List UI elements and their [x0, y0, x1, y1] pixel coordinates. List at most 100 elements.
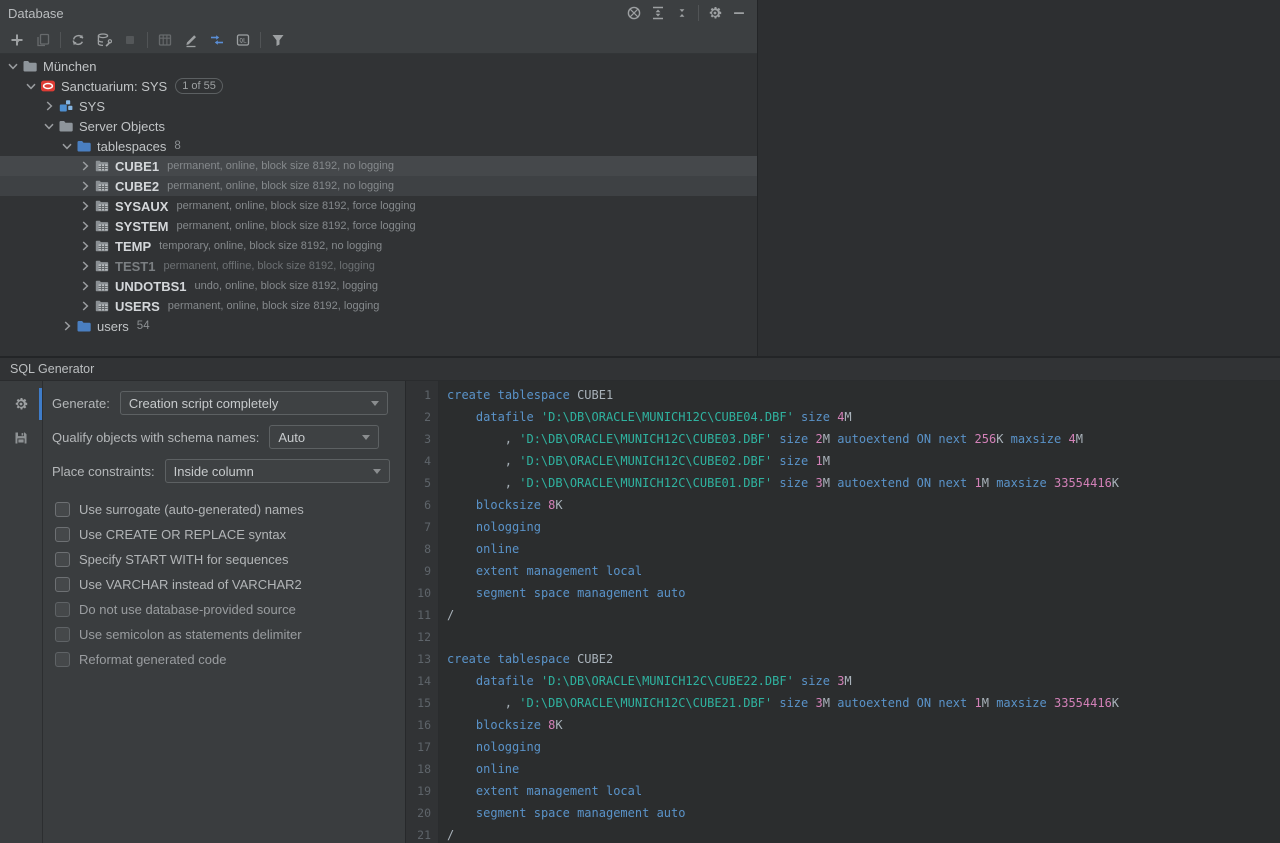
qualify-dropdown[interactable]: Auto	[269, 425, 379, 449]
sql-generator-title: SQL Generator	[10, 362, 94, 376]
checkbox-row-use-semicolon-as-statements-delimiter: Use semicolon as statements delimiter	[52, 622, 405, 647]
code-line: 14 datafile 'D:\DB\ORACLE\MUNICH12C\CUBE…	[406, 670, 1280, 692]
tree-node-label: SYSAUX	[115, 199, 168, 214]
tree-row-users[interactable]: users54	[0, 316, 757, 336]
code-line: 19 extent management local	[406, 780, 1280, 802]
line-number: 14	[406, 670, 439, 692]
chevron-down-icon[interactable]	[40, 118, 58, 134]
code-line: 11/	[406, 604, 1280, 626]
chevron-right-icon[interactable]	[76, 178, 94, 194]
tree-row-sys[interactable]: SYS	[0, 96, 757, 116]
checkbox-row-specify-start-with-for-sequences: Specify START WITH for sequences	[52, 547, 405, 572]
duplicate-icon[interactable]	[30, 29, 56, 51]
chevron-right-icon[interactable]	[76, 218, 94, 234]
code-line: 18 online	[406, 758, 1280, 780]
checkbox[interactable]	[55, 652, 70, 667]
checkbox-label: Use CREATE OR REPLACE syntax	[79, 527, 286, 542]
checkbox-row-use-create-or-replace-syntax: Use CREATE OR REPLACE syntax	[52, 522, 405, 547]
code-line: 13create tablespace CUBE2	[406, 648, 1280, 670]
chevron-right-icon[interactable]	[76, 298, 94, 314]
code-line: 16 blocksize 8K	[406, 714, 1280, 736]
tree-row-undotbs1[interactable]: UNDOTBS1undo, online, block size 8192, l…	[0, 276, 757, 296]
checkbox[interactable]	[55, 502, 70, 517]
chevron-right-icon[interactable]	[76, 278, 94, 294]
qualify-value: Auto	[278, 430, 354, 445]
line-number: 4	[406, 450, 439, 472]
child-count: 54	[137, 320, 150, 332]
stop-icon[interactable]	[117, 29, 143, 51]
code-text: nologging	[439, 516, 541, 538]
checkbox-label: Do not use database-provided source	[79, 602, 296, 617]
tree-node-label: Sanctuarium: SYS	[61, 79, 167, 94]
collapse-all-icon[interactable]	[670, 3, 694, 23]
settings-gear-icon[interactable]	[703, 3, 727, 23]
tree-row-users[interactable]: USERSpermanent, online, block size 8192,…	[0, 296, 757, 316]
save-icon	[13, 430, 29, 446]
constraints-value: Inside column	[174, 464, 365, 479]
line-number: 18	[406, 758, 439, 780]
chevron-down-icon[interactable]	[4, 58, 22, 74]
checkbox[interactable]	[55, 527, 70, 542]
tree-row-server-objects[interactable]: Server Objects	[0, 116, 757, 136]
checkbox-label: Specify START WITH for sequences	[79, 552, 289, 567]
chevron-right-icon[interactable]	[76, 198, 94, 214]
refresh-icon[interactable]	[65, 29, 91, 51]
tree-row-cube1[interactable]: CUBE1permanent, online, block size 8192,…	[0, 156, 757, 176]
checkbox-row-use-varchar-instead-of-varchar2: Use VARCHAR instead of VARCHAR2	[52, 572, 405, 597]
tablespace-details: permanent, offline, block size 8192, log…	[163, 260, 374, 272]
chevron-right-icon[interactable]	[76, 238, 94, 254]
table-data-icon[interactable]	[152, 29, 178, 51]
tree-row-m-nchen[interactable]: München	[0, 56, 757, 76]
code-text: datafile 'D:\DB\ORACLE\MUNICH12C\CUBE22.…	[439, 670, 852, 692]
code-text: segment space management auto	[439, 802, 685, 824]
chevron-right-icon[interactable]	[76, 158, 94, 174]
tree-row-tablespaces[interactable]: tablespaces8	[0, 136, 757, 156]
tree-row-system[interactable]: SYSTEMpermanent, online, block size 8192…	[0, 216, 757, 236]
tree-node-label: USERS	[115, 299, 160, 314]
checkbox-label: Reformat generated code	[79, 652, 226, 667]
chevron-right-icon[interactable]	[40, 98, 58, 114]
chevron-down-icon[interactable]	[58, 138, 76, 154]
expand-all-icon[interactable]	[646, 3, 670, 23]
hide-panel-icon[interactable]	[727, 3, 751, 23]
constraints-dropdown[interactable]: Inside column	[165, 459, 390, 483]
tree-row-test1[interactable]: TEST1permanent, offline, block size 8192…	[0, 256, 757, 276]
checkbox[interactable]	[55, 552, 70, 567]
tree-row-sanctuarium-sys[interactable]: Sanctuarium: SYS1 of 55	[0, 76, 757, 96]
code-line: 8 online	[406, 538, 1280, 560]
tree-row-cube2[interactable]: CUBE2permanent, online, block size 8192,…	[0, 176, 757, 196]
checkbox[interactable]	[55, 577, 70, 592]
filter-icon[interactable]	[265, 29, 291, 51]
child-count: 8	[174, 140, 180, 152]
select-opened-element-icon[interactable]	[622, 3, 646, 23]
query-console-icon[interactable]: QL	[230, 29, 256, 51]
folder-blue-icon	[76, 138, 92, 154]
chevron-right-icon[interactable]	[58, 318, 76, 334]
code-line: 6 blocksize 8K	[406, 494, 1280, 516]
tree-row-temp[interactable]: TEMPtemporary, online, block size 8192, …	[0, 236, 757, 256]
chevron-down-icon[interactable]	[22, 78, 40, 94]
code-text: online	[439, 758, 519, 780]
tree-row-sysaux[interactable]: SYSAUXpermanent, online, block size 8192…	[0, 196, 757, 216]
sql-generator-sidebar	[0, 381, 43, 843]
tablespace-icon	[94, 158, 110, 174]
generate-dropdown[interactable]: Creation script completely	[120, 391, 388, 415]
edit-pencil-icon[interactable]	[178, 29, 204, 51]
checkbox[interactable]	[55, 602, 70, 617]
chevron-right-icon[interactable]	[76, 258, 94, 274]
qualify-label: Qualify objects with schema names:	[52, 430, 259, 445]
rail-tab-save-icon[interactable]	[0, 421, 42, 455]
checkbox[interactable]	[55, 627, 70, 642]
line-number: 7	[406, 516, 439, 538]
line-number: 6	[406, 494, 439, 516]
code-line: 3 , 'D:\DB\ORACLE\MUNICH12C\CUBE03.DBF' …	[406, 428, 1280, 450]
modify-datasource-icon[interactable]	[91, 29, 117, 51]
rail-tab-settings-gear-icon[interactable]	[0, 387, 42, 421]
sql-code-editor[interactable]: 1create tablespace CUBE12 datafile 'D:\D…	[405, 381, 1280, 843]
add-datasource-icon[interactable]	[4, 29, 30, 51]
chevron-down-icon	[371, 401, 379, 406]
sync-arrows-icon[interactable]	[204, 29, 230, 51]
database-tool-window: Database QL MünchenSanctuarium: SYS1 of …	[0, 0, 758, 356]
tablespace-icon	[94, 278, 110, 294]
code-line: 17 nologging	[406, 736, 1280, 758]
